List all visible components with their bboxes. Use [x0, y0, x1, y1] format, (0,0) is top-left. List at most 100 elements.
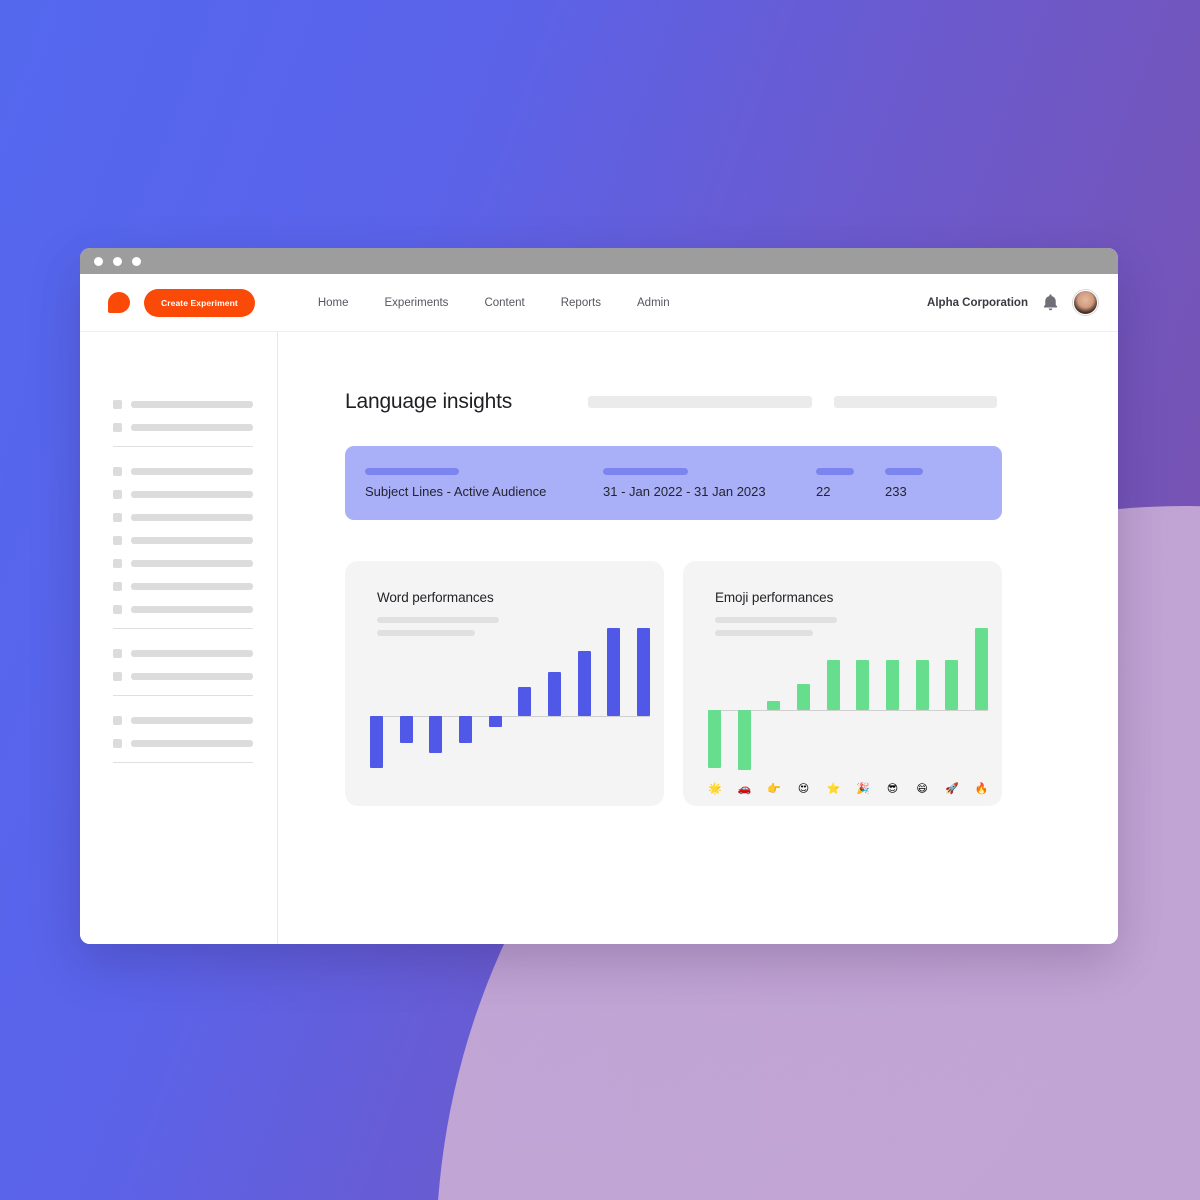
sidebar-item-placeholder[interactable]	[113, 672, 253, 681]
organization-name: Alpha Corporation	[927, 296, 1028, 309]
chart-bar-column[interactable]	[488, 621, 502, 776]
chart-bar[interactable]	[856, 659, 870, 710]
cell-label-placeholder	[365, 467, 459, 475]
sidebar-item-label	[131, 424, 253, 431]
chart-bar[interactable]	[399, 716, 413, 743]
sidebar-item-placeholder[interactable]	[113, 582, 253, 591]
chart-bar-column[interactable]	[974, 621, 988, 776]
sidebar-item-placeholder[interactable]	[113, 716, 253, 725]
card-title: Word performances	[377, 590, 494, 605]
selected-experiment-row[interactable]: Subject Lines - Active Audience 31 - Jan…	[345, 446, 1002, 520]
cell-label-placeholder	[885, 467, 923, 475]
chart-bar-column[interactable]	[737, 621, 751, 776]
chart-bar[interactable]	[915, 659, 929, 710]
page-header: Language insights	[345, 390, 1118, 414]
emoji-tick-label: 🌟	[708, 782, 722, 795]
chart-bar-column[interactable]	[370, 621, 383, 776]
chart-bar[interactable]	[826, 659, 840, 710]
chart-bar-column[interactable]	[429, 621, 443, 776]
chart-bar-column[interactable]	[607, 621, 621, 776]
sidebar-item-label	[131, 537, 253, 544]
nav-item-admin[interactable]: Admin	[637, 297, 670, 309]
chart-bar[interactable]	[636, 628, 650, 717]
bell-icon[interactable]	[1042, 293, 1059, 312]
sidebar-item-icon	[113, 672, 122, 681]
sidebar-item-label	[131, 560, 253, 567]
chart-bar[interactable]	[974, 627, 988, 710]
create-experiment-button[interactable]: Create Experiment	[144, 288, 255, 317]
sidebar-item-placeholder[interactable]	[113, 423, 253, 432]
chart-bar[interactable]	[429, 716, 443, 754]
sidebar-item-label	[131, 606, 253, 613]
nav-item-experiments[interactable]: Experiments	[385, 297, 449, 309]
window-maximize-dot[interactable]	[132, 256, 141, 266]
sidebar-item-icon	[113, 716, 122, 725]
chart-bar-column[interactable]	[518, 621, 532, 776]
sidebar-item-placeholder[interactable]	[113, 490, 253, 499]
nav-item-content[interactable]: Content	[484, 297, 524, 309]
chart-bar[interactable]	[488, 716, 502, 728]
chart-bar-column[interactable]	[856, 621, 870, 776]
sidebar-divider	[113, 446, 253, 447]
chart-bar[interactable]	[767, 700, 781, 710]
chart-bar[interactable]	[945, 659, 959, 710]
nav-item-reports[interactable]: Reports	[561, 297, 601, 309]
chart-bar-column[interactable]	[915, 621, 929, 776]
chart-bar[interactable]	[885, 659, 899, 710]
emoji-tick-label: 😎	[886, 782, 899, 795]
sidebar-group-4	[113, 716, 253, 748]
sidebar	[80, 332, 278, 944]
emoji-tick-label: 😍	[797, 782, 810, 795]
chart-bar-column[interactable]	[458, 621, 472, 776]
chart-bar[interactable]	[370, 716, 383, 768]
chart-bar-column[interactable]	[547, 621, 561, 776]
chart-bar[interactable]	[458, 716, 472, 743]
sidebar-item-placeholder[interactable]	[113, 739, 253, 748]
chart-bar-column[interactable]	[636, 621, 650, 776]
sidebar-item-placeholder[interactable]	[113, 400, 253, 409]
speech-bubble-logo-icon[interactable]	[108, 291, 130, 314]
chart-bar-column[interactable]	[796, 621, 810, 776]
chart-bar-column[interactable]	[767, 621, 781, 776]
metric-1-cell: 22	[816, 467, 885, 499]
sidebar-item-placeholder[interactable]	[113, 605, 253, 614]
sidebar-item-placeholder[interactable]	[113, 467, 253, 476]
cell-label-placeholder	[603, 467, 688, 475]
nav-item-home[interactable]: Home	[318, 297, 349, 309]
sidebar-item-placeholder[interactable]	[113, 559, 253, 568]
sidebar-item-placeholder[interactable]	[113, 649, 253, 658]
sidebar-item-label	[131, 650, 253, 657]
emoji-performances-chart	[708, 621, 988, 776]
chart-bar-column[interactable]	[945, 621, 959, 776]
sidebar-item-label	[131, 401, 253, 408]
chart-bar[interactable]	[737, 709, 751, 771]
content-area: Language insights Subject Lines - Active…	[80, 332, 1118, 944]
chart-bar[interactable]	[577, 650, 591, 717]
sidebar-group-1	[113, 400, 253, 432]
header-placeholder-2	[834, 396, 998, 408]
chart-bar[interactable]	[607, 628, 621, 717]
sidebar-item-placeholder[interactable]	[113, 513, 253, 522]
chart-bar-column[interactable]	[826, 621, 840, 776]
chart-bar-column[interactable]	[708, 621, 721, 776]
chart-bar[interactable]	[796, 684, 810, 710]
chart-bars	[370, 621, 650, 776]
insight-cards: Word performances Emoji performances 🌟 🚗…	[345, 561, 1118, 806]
date-range: 31 - Jan 2022 - 31 Jan 2023	[603, 483, 766, 499]
sidebar-item-label	[131, 583, 253, 590]
metric-2-value: 233	[885, 483, 907, 499]
sidebar-item-icon	[113, 649, 122, 658]
emoji-tick-label: 🚀	[945, 782, 959, 795]
window-close-dot[interactable]	[94, 256, 103, 266]
sidebar-item-placeholder[interactable]	[113, 536, 253, 545]
chart-bar-column[interactable]	[885, 621, 899, 776]
chart-bar-column[interactable]	[399, 621, 413, 776]
window-minimize-dot[interactable]	[113, 256, 122, 266]
chart-bar-column[interactable]	[577, 621, 591, 776]
chart-bar[interactable]	[518, 686, 532, 717]
metric-1-value: 22	[816, 483, 831, 499]
sidebar-item-icon	[113, 559, 122, 568]
chart-bar[interactable]	[708, 709, 721, 769]
avatar[interactable]	[1073, 290, 1098, 315]
chart-bar[interactable]	[547, 672, 561, 717]
